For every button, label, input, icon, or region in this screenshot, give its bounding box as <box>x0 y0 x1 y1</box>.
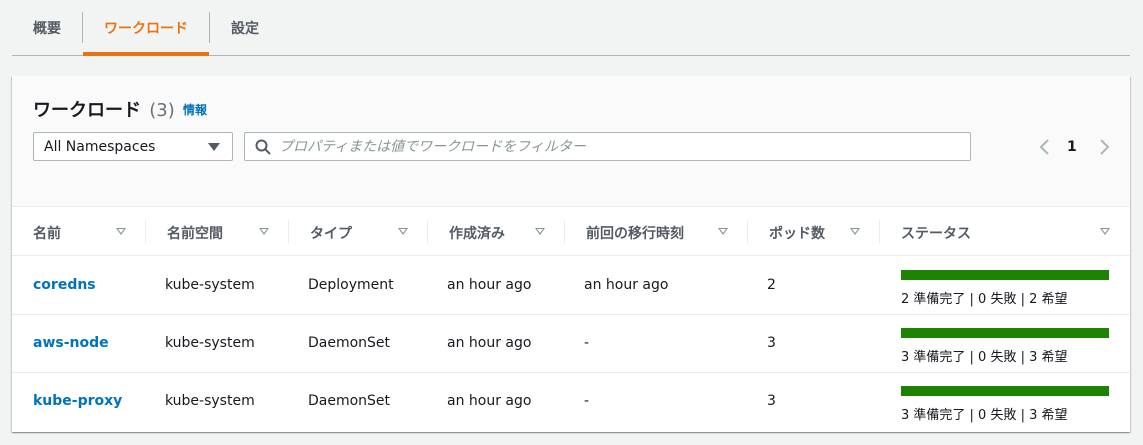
panel-title: ワークロード (3) <box>33 96 175 122</box>
column-header-type[interactable]: タイプ <box>289 207 428 256</box>
created-cell: an hour ago <box>447 393 532 409</box>
column-header-label: 作成済み <box>449 226 505 242</box>
column-header-label: タイプ <box>310 226 352 242</box>
status-text: 3 準備完了 | 0 失敗 | 3 希望 <box>901 408 1068 423</box>
workload-name-link[interactable]: kube-proxy <box>33 393 122 409</box>
last-transition-cell: - <box>584 393 590 409</box>
table-row: coredns kube-system Deployment an hour a… <box>12 257 1130 315</box>
sort-icon <box>850 228 860 235</box>
tab-bar: 概要 ワークロード 設定 <box>12 0 1130 56</box>
pods-cell: 3 <box>767 335 776 351</box>
column-header-created[interactable]: 作成済み <box>428 207 565 256</box>
sort-icon <box>116 228 126 235</box>
filter-box <box>244 132 971 161</box>
namespace-select-value: All Namespaces <box>44 138 156 155</box>
workload-name-link[interactable]: coredns <box>33 277 96 293</box>
created-cell: an hour ago <box>447 335 532 351</box>
search-icon <box>255 139 271 155</box>
namespace-select[interactable]: All Namespaces <box>33 132 233 161</box>
workload-count: (3) <box>149 100 175 121</box>
column-header-label: 名前 <box>33 226 61 242</box>
pods-cell: 3 <box>767 393 776 409</box>
workload-name-link[interactable]: aws-node <box>33 335 109 351</box>
namespace-cell: kube-system <box>165 335 255 351</box>
sort-icon <box>1100 228 1110 235</box>
chevron-right-icon[interactable] <box>1097 138 1111 156</box>
chevron-left-icon[interactable] <box>1038 138 1052 156</box>
sort-icon <box>398 228 408 235</box>
column-header-pods[interactable]: ポッド数 <box>748 207 880 256</box>
table-row: kube-proxy kube-system DaemonSet an hour… <box>12 373 1130 431</box>
tab-configuration[interactable]: 設定 <box>210 0 280 55</box>
current-page-number[interactable]: 1 <box>1067 139 1077 155</box>
status-progress-fill <box>901 328 1109 338</box>
sort-icon <box>259 228 269 235</box>
sort-icon <box>535 228 545 235</box>
panel-title-text: ワークロード <box>33 100 141 121</box>
status-progress-bar <box>901 386 1109 396</box>
caret-down-icon <box>208 143 220 151</box>
column-header-status[interactable]: ステータス <box>880 207 1130 256</box>
info-link[interactable]: 情報 <box>183 101 207 118</box>
column-header-last-transition[interactable]: 前回の移行時刻 <box>565 207 748 256</box>
status-text: 2 準備完了 | 0 失敗 | 2 希望 <box>901 292 1068 307</box>
tab-workloads[interactable]: ワークロード <box>83 0 209 56</box>
column-header-label: 前回の移行時刻 <box>586 226 684 242</box>
type-cell: DaemonSet <box>308 335 391 351</box>
table-header: 名前 名前空間 タイプ 作成済み 前回の移行時刻 ポッド数 ステータス <box>12 207 1130 256</box>
sort-icon <box>718 228 728 235</box>
column-header-namespace[interactable]: 名前空間 <box>146 207 289 256</box>
workloads-panel: ワークロード (3) 情報 All Namespaces 1 名前 <box>12 76 1130 432</box>
column-header-name[interactable]: 名前 <box>12 207 146 256</box>
last-transition-cell: an hour ago <box>584 277 669 293</box>
namespace-cell: kube-system <box>165 393 255 409</box>
column-header-label: ステータス <box>901 226 971 242</box>
created-cell: an hour ago <box>447 277 532 293</box>
panel-header: ワークロード (3) 情報 All Namespaces 1 <box>12 76 1130 207</box>
pods-cell: 2 <box>767 277 776 293</box>
status-progress-fill <box>901 270 1109 280</box>
status-progress-fill <box>901 386 1109 396</box>
type-cell: Deployment <box>308 277 394 293</box>
namespace-cell: kube-system <box>165 277 255 293</box>
filter-input[interactable] <box>279 136 959 157</box>
status-progress-bar <box>901 328 1109 338</box>
last-transition-cell: - <box>584 335 590 351</box>
tab-overview[interactable]: 概要 <box>12 0 82 55</box>
status-text: 3 準備完了 | 0 失敗 | 3 希望 <box>901 350 1068 365</box>
type-cell: DaemonSet <box>308 393 391 409</box>
status-progress-bar <box>901 270 1109 280</box>
column-header-label: 名前空間 <box>167 226 223 242</box>
table-row: aws-node kube-system DaemonSet an hour a… <box>12 315 1130 373</box>
column-header-label: ポッド数 <box>769 226 825 242</box>
